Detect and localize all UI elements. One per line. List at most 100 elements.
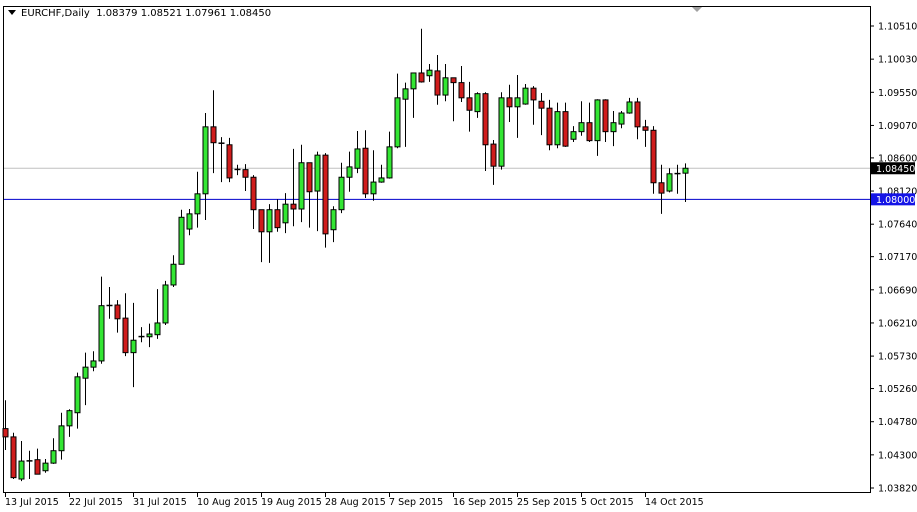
- candle-body-bear: [434, 70, 441, 96]
- candle-body-bear: [458, 82, 465, 99]
- y-tick-label: 1.07170: [878, 252, 917, 263]
- candle-body-bear: [650, 129, 657, 184]
- candle-body-bear: [210, 126, 217, 144]
- candle-body-bull: [682, 167, 689, 174]
- candle-body-bear: [482, 93, 489, 146]
- dropdown-triangle-icon[interactable]: [8, 10, 16, 15]
- candle: [498, 92, 505, 170]
- candle-body-bear: [242, 169, 249, 178]
- candle: [10, 432, 17, 480]
- candle-body-bull: [394, 97, 401, 148]
- candle-body-bull: [618, 112, 625, 125]
- candle-body-bull: [58, 425, 65, 452]
- candle-body-bear: [34, 459, 41, 475]
- x-tick-label: 22 Jul 2015: [69, 497, 123, 508]
- candle-body-bull: [570, 131, 577, 140]
- candle-body-bear: [490, 143, 497, 167]
- candle-body-bear: [258, 209, 265, 233]
- candle-body-bull: [514, 97, 521, 108]
- candle-body-bull: [154, 322, 161, 336]
- candle-body-bear: [658, 182, 665, 194]
- y-tick-label: 1.09550: [878, 88, 917, 99]
- candle-body-bear: [562, 111, 569, 147]
- candle-body-bull: [554, 111, 561, 146]
- candle-body-bull: [354, 148, 361, 169]
- candle-body-bull: [90, 360, 97, 368]
- candle-body-bull: [202, 126, 209, 195]
- candle-body-bull: [162, 284, 169, 324]
- candle-body-bull: [370, 181, 377, 195]
- candle-body-bear: [10, 436, 17, 479]
- candle-body-bull: [170, 263, 177, 286]
- candle-body-bear: [602, 99, 609, 133]
- y-tick-label: 1.05260: [878, 384, 917, 395]
- candle-body-bull: [298, 162, 305, 210]
- candle-body-bull: [82, 366, 89, 379]
- candle-body-bear: [322, 154, 329, 235]
- candle-body-bull: [50, 450, 57, 464]
- candle-body-bear: [290, 203, 297, 210]
- candle-body-bull: [346, 166, 353, 178]
- candle-body-bear: [362, 147, 369, 195]
- candle-body-bull: [146, 333, 153, 338]
- candle: [162, 280, 169, 326]
- candle-body-bull: [66, 410, 73, 427]
- candle-body-bull: [330, 209, 337, 231]
- candle-body-bear: [538, 100, 545, 109]
- candle-body-bull: [282, 203, 289, 224]
- candle-body-bull: [178, 216, 185, 265]
- y-tick-label: 1.10030: [878, 55, 917, 66]
- x-tick-label: 7 Sep 2015: [389, 497, 443, 508]
- y-tick-label: 1.04780: [878, 417, 917, 428]
- candle: [322, 153, 329, 248]
- x-tick-label: 28 Aug 2015: [325, 497, 386, 508]
- candle: [178, 209, 185, 265]
- x-tick-label: 19 Aug 2015: [261, 497, 322, 508]
- level-label: 1.08000: [876, 195, 915, 206]
- candle-body-bull: [402, 88, 409, 100]
- candle-body-bear: [2, 428, 9, 438]
- candlestick-chart: 1.105101.100301.095501.090701.086001.081…: [2, 6, 917, 508]
- candle-body-bull: [130, 339, 137, 354]
- candle-body-bull: [426, 69, 433, 77]
- current-price-label: 1.08450: [876, 164, 915, 175]
- x-tick-label: 31 Jul 2015: [133, 497, 187, 508]
- candle-body-bull: [594, 99, 601, 142]
- x-tick-label: 5 Oct 2015: [581, 497, 634, 508]
- y-tick-label: 1.09070: [878, 121, 917, 132]
- candle-body-bear: [506, 97, 513, 108]
- candle-body-bear: [274, 209, 281, 229]
- candle-body-bear: [530, 87, 537, 101]
- symbol-timeframe: EURCHF,Daily: [21, 8, 90, 19]
- x-tick-label: 14 Oct 2015: [645, 497, 704, 508]
- candle-body-bear: [586, 122, 593, 142]
- candle-body-bear: [226, 144, 233, 179]
- candle-body-bull: [378, 177, 385, 183]
- candle-body-bull: [626, 101, 633, 114]
- candle-body-bear: [306, 162, 313, 193]
- candle-body-bear: [114, 304, 121, 320]
- candle-body-bull: [194, 193, 201, 215]
- candle-body-bull: [266, 209, 273, 233]
- candle-body-bull: [474, 93, 481, 113]
- candle-body-bull: [666, 173, 673, 192]
- candle-body-bull: [522, 87, 529, 105]
- y-tick-label: 1.03820: [878, 484, 917, 495]
- candle-body-bull: [410, 72, 417, 90]
- candle-body-bear: [250, 176, 257, 211]
- candle-body-bear: [418, 72, 425, 83]
- ohlc-readout: 1.08379 1.08521 1.07961 1.08450: [96, 8, 272, 19]
- candle-body-bull: [498, 97, 505, 167]
- y-tick-label: 1.07640: [878, 220, 917, 231]
- chart-header: EURCHF,Daily 1.08379 1.08521 1.07961 1.0…: [8, 8, 271, 19]
- x-tick-label: 13 Jul 2015: [5, 497, 59, 508]
- candle-body-bear: [642, 126, 649, 131]
- candle-body-bull: [42, 462, 49, 472]
- candle-body-bull: [386, 146, 393, 179]
- candle-body-bull: [74, 376, 81, 414]
- candle-body-bear: [466, 97, 473, 111]
- candle-body-bear: [546, 107, 553, 146]
- x-tick-label: 25 Sep 2015: [517, 497, 577, 508]
- y-tick-label: 1.06690: [878, 285, 917, 296]
- candle-body-bull: [18, 460, 25, 480]
